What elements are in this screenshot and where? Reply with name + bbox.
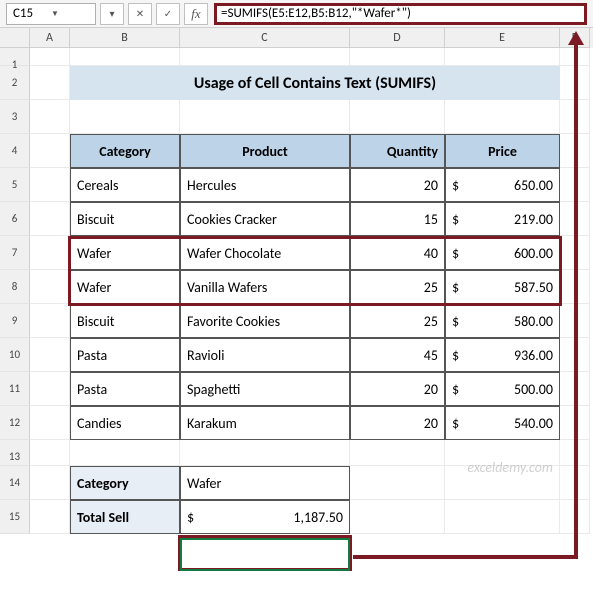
table-row: PastaRavioli45$936.00 — [30, 338, 593, 372]
worksheet: A B C D E F 1 2 3 4 5 6 7 8 9 10 11 12 1… — [0, 28, 593, 534]
table-row: BiscuitCookies Cracker15$219.00 — [30, 202, 593, 236]
formula-bar-value: =SUMIFS(E5:E12,B5:B12,"*Wafer*") — [221, 6, 411, 21]
cancel-icon[interactable]: ✕ — [128, 3, 152, 25]
column-headers: A B C D E F — [30, 28, 593, 48]
page-title[interactable]: Usage of Cell Contains Text (SUMIFS) — [70, 66, 560, 100]
cell-grid: Usage of Cell Contains Text (SUMIFS) Cat… — [30, 48, 593, 534]
formula-toolbar: C15▼ ▾ ✕ ✓ fx =SUMIFS(E5:E12,B5:B12,"*Wa… — [0, 0, 593, 28]
col-header-c[interactable]: C — [180, 28, 350, 48]
row-header[interactable]: 1 — [0, 48, 30, 66]
col-header-a[interactable]: A — [30, 28, 70, 48]
row-header[interactable]: 6 — [0, 202, 30, 236]
row-header[interactable]: 7 — [0, 236, 30, 270]
table-row: WaferVanilla Wafers25$587.50 — [30, 270, 593, 304]
row-header[interactable]: 9 — [0, 304, 30, 338]
col-header-b[interactable]: B — [70, 28, 180, 48]
col-header-e[interactable]: E — [445, 28, 560, 48]
fx-icon[interactable]: fx — [184, 3, 208, 25]
dropdown-icon[interactable]: ▼ — [51, 9, 89, 19]
annotation-arrow — [574, 38, 578, 558]
row-header[interactable]: 13 — [0, 440, 30, 466]
table-row: PastaSpaghetti20$500.00 — [30, 372, 593, 406]
row-header[interactable]: 8 — [0, 270, 30, 304]
header-quantity[interactable]: Quantity — [350, 134, 445, 168]
table-row: CandiesKarakum20$540.00 — [30, 406, 593, 440]
summary-category-value[interactable]: Wafer — [180, 466, 350, 500]
decrease-icon[interactable]: ▾ — [100, 3, 124, 25]
name-box-value: C15 — [13, 6, 51, 21]
header-price[interactable]: Price — [445, 134, 560, 168]
header-product[interactable]: Product — [180, 134, 350, 168]
row-headers: 1 2 3 4 5 6 7 8 9 10 11 12 13 14 15 — [0, 48, 30, 534]
table-row: CerealsHercules20$650.00 — [30, 168, 593, 202]
formula-bar[interactable]: =SUMIFS(E5:E12,B5:B12,"*Wafer*") — [214, 3, 587, 25]
row-header[interactable]: 12 — [0, 406, 30, 440]
col-header-d[interactable]: D — [350, 28, 445, 48]
enter-icon[interactable]: ✓ — [156, 3, 180, 25]
header-category[interactable]: Category — [70, 134, 180, 168]
row-header[interactable]: 2 — [0, 66, 30, 100]
summary-total-value[interactable]: $1,187.50 — [180, 500, 350, 534]
active-cell-selection — [180, 538, 350, 571]
row-header[interactable]: 4 — [0, 134, 30, 168]
summary-category-label[interactable]: Category — [70, 466, 180, 500]
table-row: WaferWafer Chocolate40$600.00 — [30, 236, 593, 270]
row-header[interactable]: 14 — [0, 466, 30, 500]
table-row: BiscuitFavorite Cookies25$580.00 — [30, 304, 593, 338]
row-header[interactable]: 15 — [0, 500, 30, 534]
row-header[interactable]: 11 — [0, 372, 30, 406]
row-header[interactable]: 5 — [0, 168, 30, 202]
annotation-arrow — [353, 555, 578, 559]
total-highlight — [178, 535, 352, 571]
arrow-head-icon — [568, 31, 584, 45]
row-header[interactable]: 3 — [0, 100, 30, 134]
summary-total-label[interactable]: Total Sell — [70, 500, 180, 534]
row-header[interactable]: 10 — [0, 338, 30, 372]
select-all-corner[interactable] — [0, 28, 30, 48]
name-box[interactable]: C15▼ — [6, 3, 96, 25]
